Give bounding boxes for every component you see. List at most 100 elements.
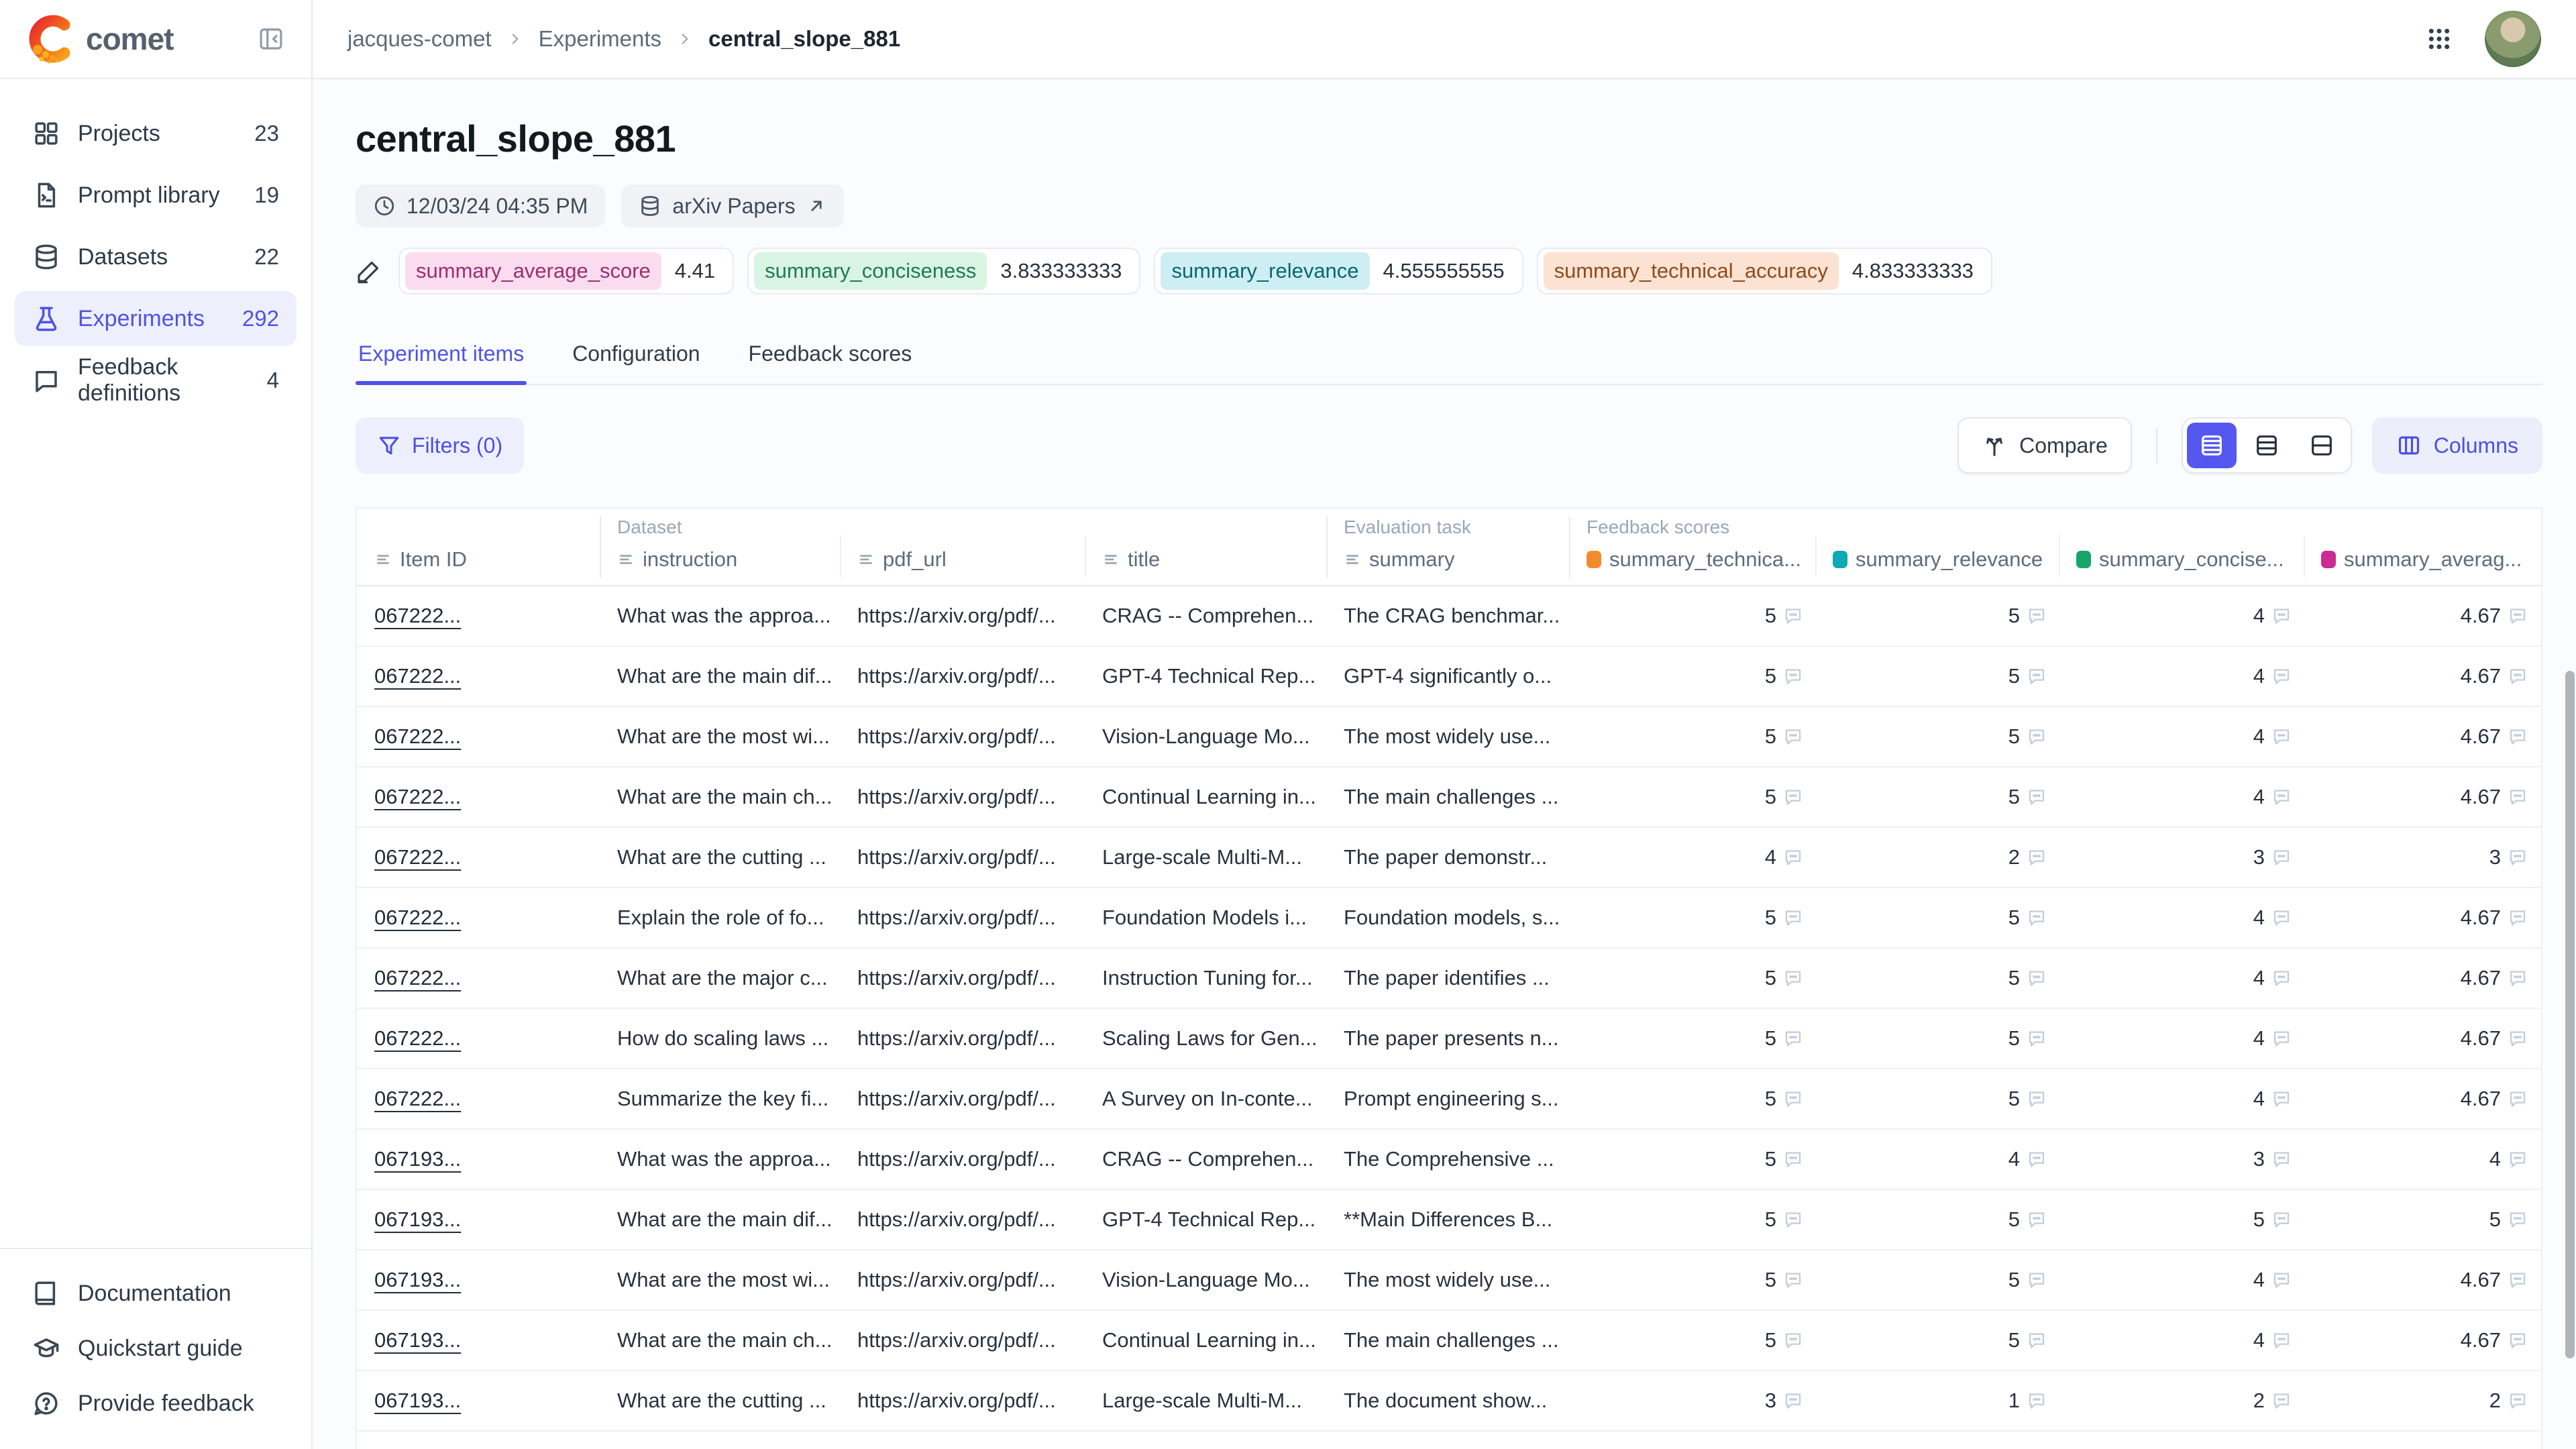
row-height-large-toggle[interactable]	[2297, 423, 2347, 468]
cell-pdf-url[interactable]: https://arxiv.org/pdf/...	[840, 1432, 1085, 1449]
comment-icon[interactable]	[2271, 606, 2292, 626]
cell-score[interactable]: 5	[1569, 1250, 1815, 1309]
item-id-link[interactable]: 067193...	[357, 1190, 600, 1249]
table-row[interactable]: 067193...What are the main dif...https:/…	[357, 1190, 2541, 1250]
cell-summary[interactable]: The most widely use...	[1326, 1250, 1569, 1309]
dataset-badge[interactable]: arXiv Papers	[621, 184, 843, 227]
cell-summary[interactable]: Foundation models, s...	[1326, 888, 1569, 947]
table-row[interactable]: 067193...What was the approa...https://a…	[357, 1130, 2541, 1190]
comment-icon[interactable]	[1783, 1149, 1803, 1169]
table-row[interactable]: 067222...What are the main ch...https://…	[357, 767, 2541, 828]
cell-score[interactable]: 3	[2304, 828, 2540, 887]
cell-score[interactable]: 5	[1569, 1130, 1815, 1189]
item-id-link[interactable]: 067193...	[357, 1130, 600, 1189]
cell-score[interactable]: 5	[1815, 1311, 2059, 1370]
comment-icon[interactable]	[1783, 1391, 1803, 1411]
cell-score[interactable]: 4	[2059, 888, 2304, 947]
cell-pdf-url[interactable]: https://arxiv.org/pdf/...	[840, 647, 1085, 706]
comment-icon[interactable]	[2508, 1028, 2528, 1049]
cell-score[interactable]: 5	[1815, 1190, 2059, 1249]
column-label[interactable]: summary	[1344, 547, 1569, 572]
cell-score[interactable]: 5	[1569, 586, 1815, 645]
comment-icon[interactable]	[2508, 908, 2528, 928]
comment-icon[interactable]	[2508, 1149, 2528, 1169]
comment-icon[interactable]	[1783, 1330, 1803, 1350]
cell-score[interactable]: 4	[1815, 1130, 2059, 1189]
cell-instruction[interactable]: What are the main dif...	[600, 647, 840, 706]
cell-score[interactable]: 5	[1569, 888, 1815, 947]
cell-score[interactable]: 4.67	[2304, 1009, 2540, 1068]
cell-title[interactable]: Large-scale Multi-M...	[1085, 1371, 1326, 1430]
cell-score[interactable]: 3	[2059, 828, 2304, 887]
table-row[interactable]: 067222...What are the main dif...https:/…	[357, 647, 2541, 707]
item-id-link[interactable]: 067193...	[357, 1432, 600, 1449]
columns-button[interactable]: Columns	[2372, 417, 2542, 474]
item-id-link[interactable]: 067193...	[357, 1311, 600, 1370]
item-id-link[interactable]: 067222...	[357, 767, 600, 826]
cell-score[interactable]: 2	[2059, 1371, 2304, 1430]
cell-score[interactable]: 2	[1815, 828, 2059, 887]
cell-pdf-url[interactable]: https://arxiv.org/pdf/...	[840, 1371, 1085, 1430]
compare-button[interactable]: Compare	[1957, 417, 2132, 474]
column-label[interactable]: summary_averag...	[2321, 547, 2540, 572]
cell-score[interactable]: 4.67	[2304, 1311, 2540, 1370]
cell-score[interactable]: 4.67	[2304, 949, 2540, 1008]
cell-summary[interactable]: The paper presents n...	[1326, 1009, 1569, 1068]
comment-icon[interactable]	[1783, 968, 1803, 988]
cell-pdf-url[interactable]: https://arxiv.org/pdf/...	[840, 1069, 1085, 1128]
sidebar-footer-documentation[interactable]: Documentation	[15, 1268, 297, 1319]
cell-pdf-url[interactable]: https://arxiv.org/pdf/...	[840, 1250, 1085, 1309]
cell-score[interactable]: 5	[1569, 1009, 1815, 1068]
breadcrumb-experiments[interactable]: Experiments	[539, 26, 661, 52]
cell-summary[interactable]: The paper identifies ...	[1326, 949, 1569, 1008]
comment-icon[interactable]	[1783, 666, 1803, 686]
comment-icon[interactable]	[2508, 1270, 2528, 1290]
table-row[interactable]: 067222...What was the approa...https://a…	[357, 586, 2541, 647]
comment-icon[interactable]	[2508, 847, 2528, 867]
cell-score[interactable]: 4.67	[2304, 586, 2540, 645]
filters-button[interactable]: Filters (0)	[356, 417, 524, 474]
cell-score[interactable]: 5	[1569, 767, 1815, 826]
cell-summary[interactable]: The main challenges ...	[1326, 1311, 1569, 1370]
item-id-link[interactable]: 067193...	[357, 1250, 600, 1309]
comment-icon[interactable]	[2271, 787, 2292, 807]
column-label[interactable]: summary_relevance	[1833, 547, 2059, 572]
vertical-scrollbar[interactable]	[2565, 671, 2575, 1358]
comment-icon[interactable]	[2027, 666, 2047, 686]
cell-score[interactable]: 4.67	[2304, 707, 2540, 766]
comet-logo[interactable]: comet	[27, 14, 173, 64]
cell-pdf-url[interactable]: https://arxiv.org/pdf/...	[840, 1130, 1085, 1189]
cell-score[interactable]: 5	[1815, 1432, 2059, 1449]
comment-icon[interactable]	[2271, 1330, 2292, 1350]
cell-score[interactable]: 4	[2304, 1130, 2540, 1189]
cell-pdf-url[interactable]: https://arxiv.org/pdf/...	[840, 767, 1085, 826]
comment-icon[interactable]	[2027, 1270, 2047, 1290]
cell-instruction[interactable]: What are the most wi...	[600, 1250, 840, 1309]
comment-icon[interactable]	[1783, 1270, 1803, 1290]
cell-title[interactable]: CRAG -- Comprehen...	[1085, 586, 1326, 645]
user-avatar[interactable]	[2485, 11, 2541, 67]
cell-score[interactable]: 5	[2059, 1190, 2304, 1249]
cell-pdf-url[interactable]: https://arxiv.org/pdf/...	[840, 1009, 1085, 1068]
cell-score[interactable]: 4	[2059, 1311, 2304, 1370]
cell-summary[interactable]: The paper demonstr...	[1326, 828, 1569, 887]
comment-icon[interactable]	[2271, 1089, 2292, 1109]
cell-summary[interactable]: GPT-4 significantly o...	[1326, 647, 1569, 706]
cell-title[interactable]: GPT-4 Technical Rep...	[1085, 1190, 1326, 1249]
cell-pdf-url[interactable]: https://arxiv.org/pdf/...	[840, 888, 1085, 947]
table-row[interactable]: 067222...What are the major c...https://…	[357, 949, 2541, 1009]
comment-icon[interactable]	[2271, 968, 2292, 988]
cell-instruction[interactable]: Explain the role of fo...	[600, 888, 840, 947]
cell-score[interactable]: 5	[1569, 707, 1815, 766]
cell-instruction[interactable]: What are the major c...	[600, 949, 840, 1008]
cell-score[interactable]: 5	[1815, 1069, 2059, 1128]
comment-icon[interactable]	[1783, 1089, 1803, 1109]
item-id-link[interactable]: 067222...	[357, 949, 600, 1008]
cell-instruction[interactable]: What was the approa...	[600, 586, 840, 645]
comment-icon[interactable]	[1783, 606, 1803, 626]
cell-score[interactable]: 5	[1569, 1432, 1815, 1449]
column-label[interactable]: title	[1102, 547, 1326, 572]
column-label[interactable]: pdf_url	[857, 547, 1085, 572]
cell-title[interactable]: Foundation Models i...	[1085, 888, 1326, 947]
cell-score[interactable]: 4.67	[2304, 1250, 2540, 1309]
